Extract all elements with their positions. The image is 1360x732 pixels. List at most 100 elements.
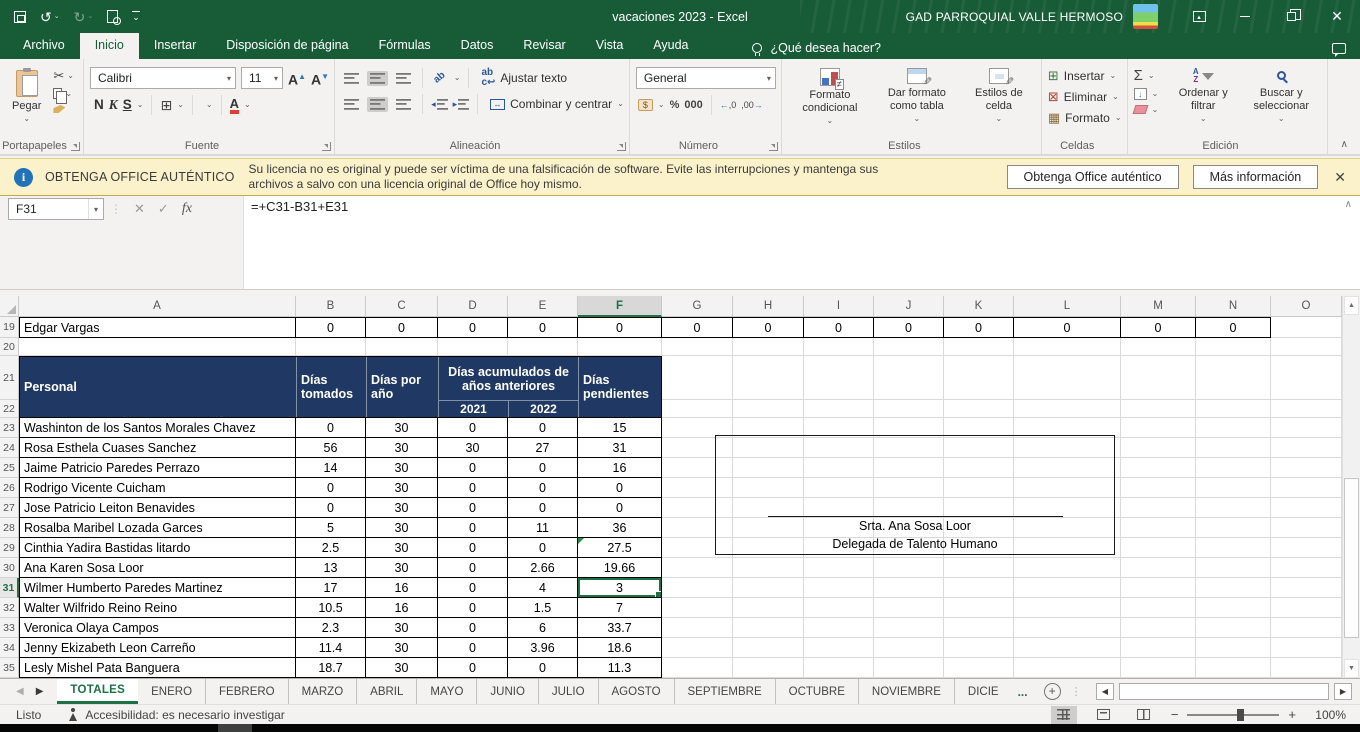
cell[interactable]	[1121, 638, 1196, 658]
cell[interactable]	[804, 558, 874, 578]
cell[interactable]: 0	[578, 317, 662, 338]
cell-name[interactable]: Ana Karen Sosa Loor	[19, 558, 296, 578]
cell[interactable]: 56	[296, 438, 366, 458]
cell[interactable]	[662, 658, 733, 678]
cell[interactable]	[1196, 498, 1271, 518]
row-header-31[interactable]: 31	[0, 578, 19, 598]
cancel-entry-icon[interactable]: ✕	[134, 201, 145, 217]
decrease-decimal-button[interactable]: ,00→	[741, 100, 763, 110]
cell[interactable]: 7	[578, 598, 662, 618]
column-header-I[interactable]: I	[804, 296, 874, 317]
sheet-tab-julio[interactable]: JULIO	[538, 679, 598, 704]
sheet-tab-mayo[interactable]: MAYO	[416, 679, 476, 704]
cell[interactable]	[662, 356, 733, 400]
font-color-button[interactable]: A	[230, 97, 239, 114]
align-top-button[interactable]	[341, 71, 362, 86]
column-header-C[interactable]: C	[366, 296, 438, 317]
ribbon-tab-insertar[interactable]: Insertar	[139, 33, 211, 59]
increase-font-size-button[interactable]: A▲	[288, 70, 306, 87]
cell[interactable]	[944, 400, 1014, 418]
row-header-19[interactable]: 19	[0, 317, 19, 338]
horizontal-scrollbar[interactable]: ◀ ▶	[1096, 679, 1352, 704]
cell-styles-button[interactable]: Estilos de celda ⌄	[962, 64, 1036, 137]
cell[interactable]	[1196, 558, 1271, 578]
cell[interactable]: 30	[366, 498, 438, 518]
italic-button[interactable]: K	[109, 97, 118, 113]
cell[interactable]	[944, 558, 1014, 578]
cell[interactable]: 0	[438, 317, 508, 338]
cell[interactable]	[804, 638, 874, 658]
align-right-button[interactable]	[393, 97, 414, 112]
cell[interactable]: 0	[733, 317, 804, 338]
cell[interactable]	[1121, 478, 1196, 498]
cell[interactable]	[1196, 518, 1271, 538]
confirm-entry-icon[interactable]: ✓	[158, 201, 169, 217]
column-header-O[interactable]: O	[1271, 296, 1342, 317]
cell-name[interactable]: Jose Patricio Leiton Benavides	[19, 498, 296, 518]
cell[interactable]	[1271, 438, 1342, 458]
cell[interactable]: 15	[578, 418, 662, 438]
ribbon-tab-vista[interactable]: Vista	[581, 33, 639, 59]
cell[interactable]: 0	[508, 458, 578, 478]
cell[interactable]: 0	[662, 317, 733, 338]
cell[interactable]	[804, 598, 874, 618]
format-as-table-button[interactable]: Dar formato como tabla ⌄	[872, 64, 962, 137]
cell-name[interactable]: Rodrigo Vicente Cuicham	[19, 478, 296, 498]
cell[interactable]: 0	[578, 478, 662, 498]
cell[interactable]	[804, 356, 874, 400]
font-size-select[interactable]: 11▾	[241, 67, 283, 89]
cell-name[interactable]: Walter Wilfrido Reino Reino	[19, 598, 296, 618]
cell[interactable]	[1196, 658, 1271, 678]
cell[interactable]	[508, 338, 578, 356]
cell[interactable]	[874, 578, 944, 598]
column-header-M[interactable]: M	[1121, 296, 1196, 317]
scroll-right-icon[interactable]: ▶	[1334, 683, 1352, 700]
cell[interactable]	[1121, 538, 1196, 558]
cell[interactable]	[1014, 618, 1121, 638]
new-sheet-button[interactable]: +	[1044, 683, 1061, 700]
cell[interactable]	[944, 658, 1014, 678]
collapse-ribbon-button[interactable]: ∧	[1341, 139, 1348, 150]
cell[interactable]: 0	[508, 317, 578, 338]
orientation-button[interactable]: ab	[431, 71, 449, 85]
cell-name[interactable]: Lesly Mishel Pata Banguera	[19, 658, 296, 678]
cell[interactable]	[733, 338, 804, 356]
cell-name[interactable]: Washinton de los Santos Morales Chavez	[19, 418, 296, 438]
decrease-font-size-button[interactable]: A▼	[311, 70, 329, 87]
ribbon-tab-ayuda[interactable]: Ayuda	[638, 33, 703, 59]
wrap-text-button[interactable]: abc↩ Ajustar texto	[481, 68, 567, 88]
cell[interactable]	[944, 618, 1014, 638]
cell[interactable]	[1196, 458, 1271, 478]
cell[interactable]	[1271, 498, 1342, 518]
cell[interactable]: 0	[508, 498, 578, 518]
restore-button[interactable]	[1268, 0, 1314, 33]
row-header-34[interactable]: 34	[0, 638, 19, 658]
cell[interactable]: 1.5	[508, 598, 578, 618]
cell[interactable]: 0	[438, 598, 508, 618]
cell[interactable]: 5	[296, 518, 366, 538]
column-header-D[interactable]: D	[438, 296, 508, 317]
cell[interactable]	[733, 400, 804, 418]
find-select-button[interactable]: Buscar y seleccionar ⌄	[1240, 64, 1322, 137]
cell[interactable]	[296, 338, 366, 356]
cell-name[interactable]: Jaime Patricio Paredes Perrazo	[19, 458, 296, 478]
cell[interactable]	[578, 338, 662, 356]
cell[interactable]: 19.66	[578, 558, 662, 578]
accessibility-status[interactable]: Accesibilidad: es necesario investigar	[67, 708, 284, 722]
cell[interactable]	[1121, 518, 1196, 538]
increase-indent-button[interactable]: ▸	[453, 99, 470, 110]
ribbon-tab-disposicion-de-pagina[interactable]: Disposición de página	[211, 33, 363, 59]
column-header-J[interactable]: J	[874, 296, 944, 317]
cell[interactable]: 30	[438, 438, 508, 458]
close-warning-icon[interactable]: ✕	[1334, 169, 1346, 186]
row-header-33[interactable]: 33	[0, 618, 19, 638]
cell-name[interactable]: Wilmer Humberto Paredes Martinez	[19, 578, 296, 598]
cell[interactable]: 0	[508, 538, 578, 558]
cell[interactable]: 30	[366, 658, 438, 678]
cell[interactable]	[438, 338, 508, 356]
row-header-29[interactable]: 29	[0, 538, 19, 558]
sheet-tab-marzo[interactable]: MARZO	[288, 679, 357, 704]
align-bottom-button[interactable]	[393, 71, 414, 86]
cell[interactable]: 0	[438, 578, 508, 598]
previous-sheet-icon[interactable]: ◀	[16, 686, 24, 697]
